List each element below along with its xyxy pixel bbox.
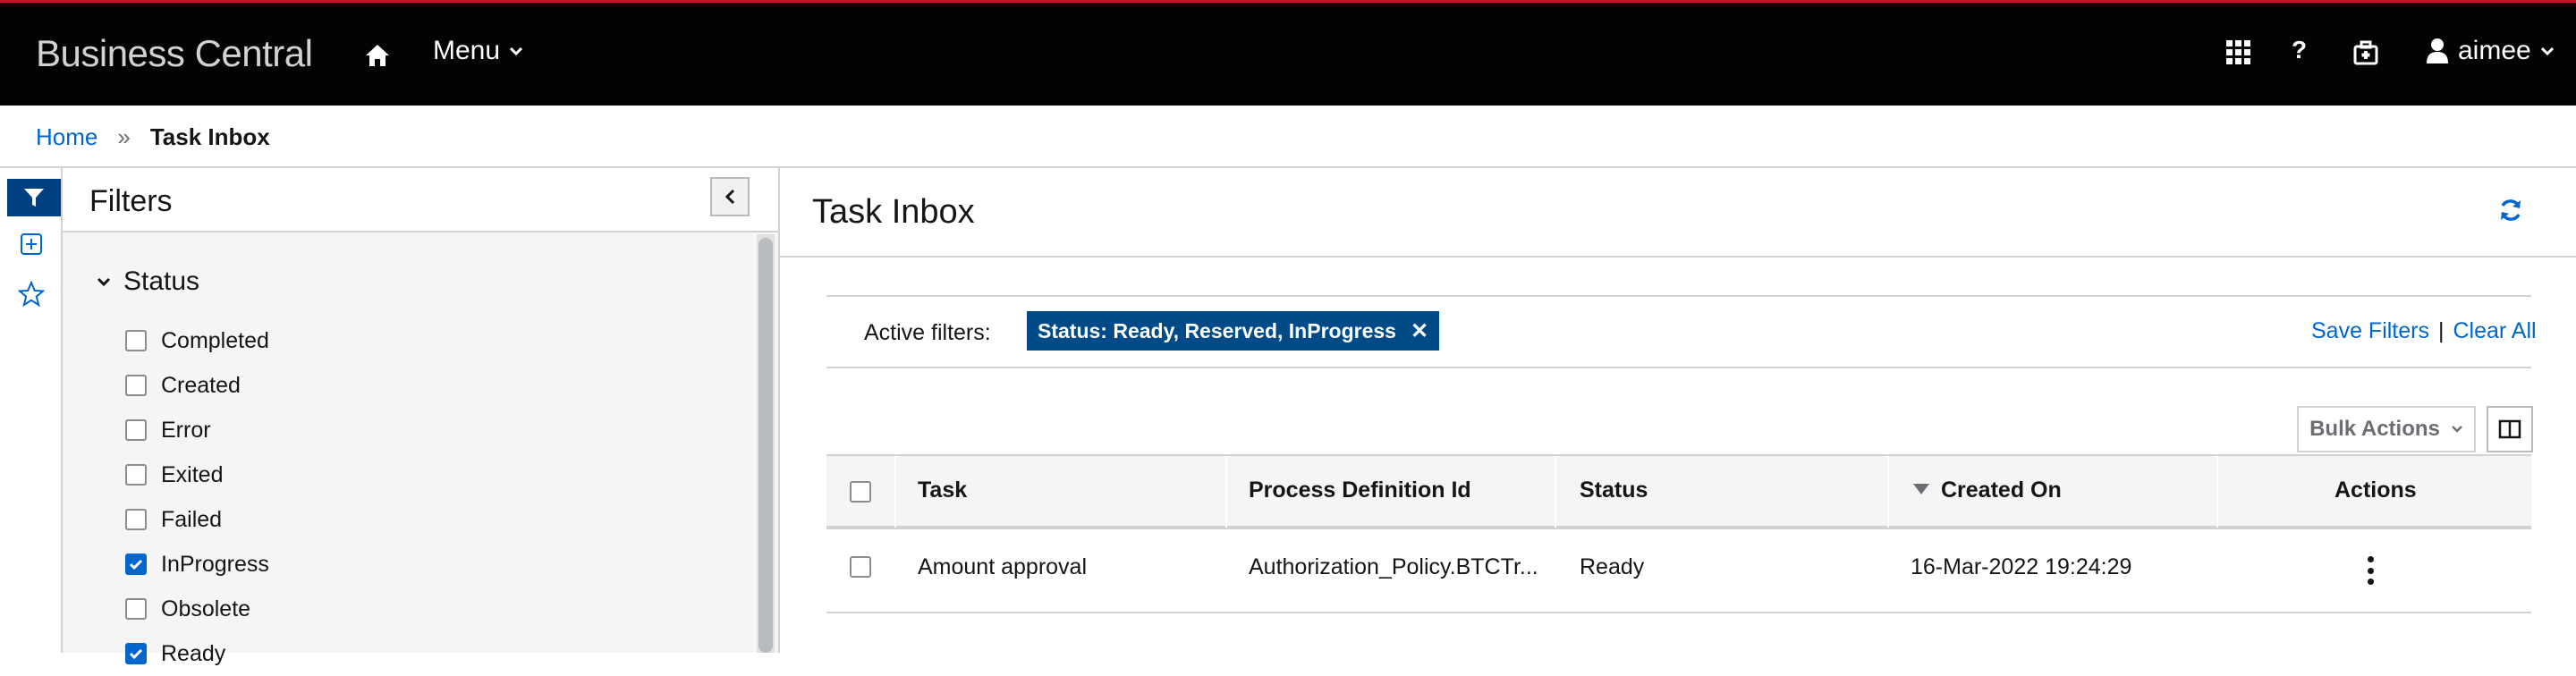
table-header — [826, 454, 2531, 529]
breadcrumb-separator: » — [117, 123, 131, 150]
checkbox-label: Error — [161, 417, 211, 443]
column-header-actions: Actions — [2334, 477, 2417, 503]
divider — [826, 295, 2531, 297]
status-checkbox-list: Completed Created Error Exited Failed In… — [125, 318, 269, 676]
collapse-filters-button[interactable] — [710, 177, 750, 216]
filter-actions: Save Filters | Clear All — [2311, 318, 2537, 344]
filters-tab-button[interactable] — [7, 179, 61, 216]
column-header-status[interactable]: Status — [1580, 477, 1648, 503]
cell-task[interactable]: Amount approval — [918, 554, 1087, 580]
save-filters-link[interactable]: Save Filters — [2311, 318, 2429, 344]
column-divider — [2216, 456, 2218, 528]
checkbox[interactable] — [125, 643, 147, 664]
active-filters-label: Active filters: — [864, 320, 991, 345]
checkbox[interactable] — [125, 330, 147, 351]
home-button[interactable] — [358, 38, 397, 73]
checkbox[interactable] — [125, 553, 147, 575]
column-picker-button[interactable] — [2487, 406, 2533, 452]
row-checkbox[interactable] — [850, 556, 871, 578]
checkbox[interactable] — [125, 419, 147, 441]
active-filter-chip-label: Status: Ready, Reserved, InProgress — [1038, 318, 1396, 342]
refresh-button[interactable] — [2497, 197, 2524, 228]
star-icon — [17, 280, 46, 308]
breadcrumb: Home » Task Inbox — [36, 123, 270, 151]
columns-icon — [2498, 419, 2521, 439]
chevron-down-icon — [2540, 46, 2554, 56]
column-divider — [1887, 456, 1889, 528]
active-filter-chip: Status: Ready, Reserved, InProgress ✕ — [1027, 311, 1440, 351]
breadcrumb-home-link[interactable]: Home — [36, 123, 97, 151]
status-filter-completed[interactable]: Completed — [125, 318, 269, 363]
help-icon: ? — [2292, 36, 2308, 63]
divider — [826, 367, 2531, 368]
add-square-icon — [21, 233, 42, 255]
home-icon — [366, 45, 389, 66]
status-filter-failed[interactable]: Failed — [125, 497, 269, 542]
select-all-checkbox[interactable] — [850, 481, 871, 503]
row-actions-kebab-icon[interactable] — [2361, 556, 2379, 585]
status-filter-group-toggle[interactable]: Status — [97, 266, 199, 297]
column-divider — [1555, 456, 1556, 528]
saved-filters-button[interactable] — [17, 280, 46, 312]
cell-created-on: 16-Mar-2022 19:24:29 — [1911, 554, 2132, 579]
help-button[interactable]: ? — [2292, 36, 2307, 64]
cell-process-definition-id: Authorization_Policy.BTCTr... — [1249, 554, 1538, 579]
page-title: Task Inbox — [812, 193, 975, 231]
user-name: aimee — [2458, 36, 2531, 65]
link-separator: | — [2437, 318, 2445, 343]
status-filter-created[interactable]: Created — [125, 363, 269, 408]
cell-status: Ready — [1580, 554, 1645, 579]
chevron-down-icon — [2452, 426, 2462, 433]
clear-all-link[interactable]: Clear All — [2453, 318, 2536, 344]
remove-filter-close-icon[interactable]: ✕ — [1411, 318, 1428, 344]
briefcase-icon — [2353, 40, 2378, 65]
column-divider — [894, 456, 896, 528]
checkbox-label: Completed — [161, 327, 269, 353]
refresh-icon — [2501, 199, 2521, 221]
advanced-filters-button[interactable] — [20, 232, 43, 260]
cases-button[interactable] — [2352, 39, 2379, 71]
column-header-created-on[interactable]: Created On — [1941, 477, 2062, 503]
status-filter-exited[interactable]: Exited — [125, 452, 269, 497]
apps-grid-icon — [2226, 40, 2250, 64]
chevron-left-icon — [724, 189, 735, 205]
checkbox-label: Obsolete — [161, 596, 251, 621]
column-header-task[interactable]: Task — [918, 477, 967, 503]
checkbox-label: Ready — [161, 640, 226, 666]
breadcrumb-current: Task Inbox — [149, 123, 270, 150]
menu-label: Menu — [433, 36, 501, 65]
filters-scrollbar-thumb[interactable] — [758, 238, 773, 653]
bulk-actions-label: Bulk Actions — [2309, 417, 2440, 441]
checkbox[interactable] — [125, 509, 147, 530]
filter-icon — [24, 189, 44, 207]
checkbox[interactable] — [125, 598, 147, 620]
checkbox[interactable] — [125, 464, 147, 486]
status-filter-error[interactable]: Error — [125, 408, 269, 452]
user-menu-dropdown[interactable]: aimee — [2426, 36, 2555, 66]
divider — [780, 256, 2576, 258]
checkbox-label: Created — [161, 372, 241, 398]
checkbox[interactable] — [125, 375, 147, 396]
checkbox-label: InProgress — [161, 551, 269, 577]
brand-logo[interactable]: Business Central — [36, 32, 313, 75]
filters-title: Filters — [89, 184, 173, 218]
status-filter-obsolete[interactable]: Obsolete — [125, 587, 269, 631]
column-header-process-definition-id[interactable]: Process Definition Id — [1249, 477, 1471, 503]
checkbox-label: Exited — [161, 461, 224, 487]
column-divider — [1225, 456, 1227, 528]
chevron-down-icon — [509, 46, 523, 56]
user-icon — [2427, 38, 2448, 63]
bulk-actions-dropdown[interactable]: Bulk Actions — [2297, 406, 2476, 452]
status-filter-ready[interactable]: Ready — [125, 631, 269, 676]
checkbox-label: Failed — [161, 506, 223, 532]
menu-dropdown[interactable]: Menu — [433, 36, 523, 66]
apps-launcher-button[interactable] — [2225, 39, 2261, 72]
status-filter-inprogress[interactable]: InProgress — [125, 542, 269, 587]
sort-down-icon[interactable] — [1912, 483, 1930, 500]
status-group-title: Status — [123, 266, 200, 296]
chevron-down-icon — [97, 277, 111, 287]
